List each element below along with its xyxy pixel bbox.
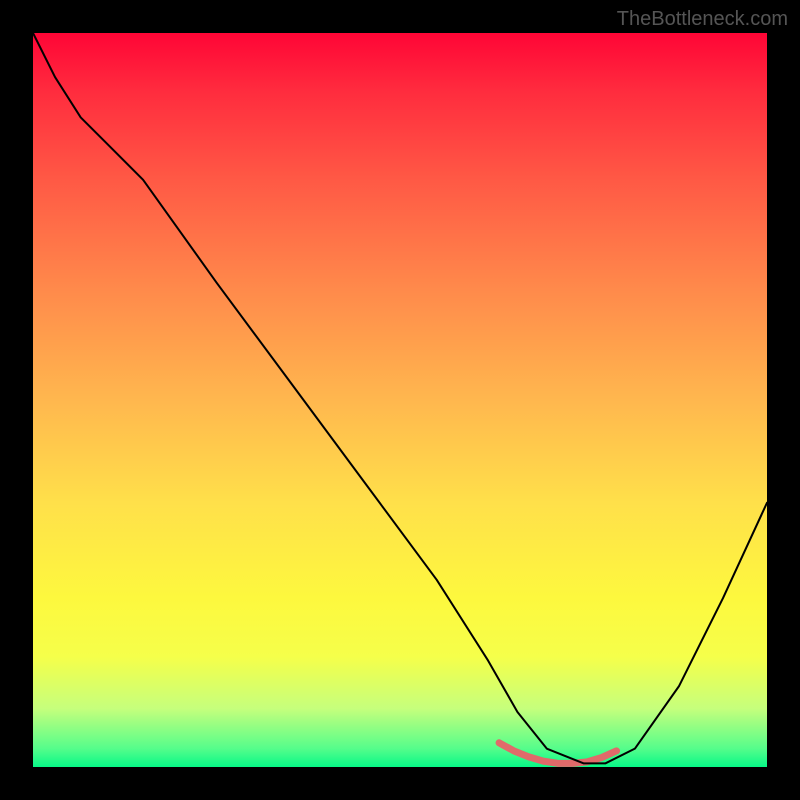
main-curve-line [33,33,767,763]
watermark-text: TheBottleneck.com [617,8,788,31]
chart-plot-area [33,33,767,767]
chart-svg [33,33,767,767]
